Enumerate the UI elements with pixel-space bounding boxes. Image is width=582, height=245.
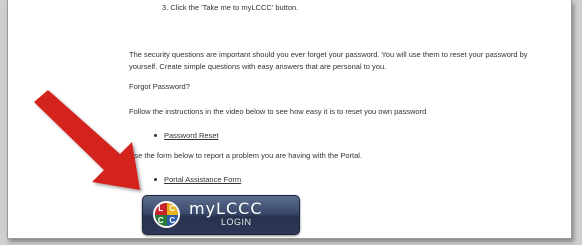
- logo-letter: C: [166, 203, 178, 215]
- portal-assistance-form-link[interactable]: Portal Assistance Form: [164, 175, 241, 184]
- login-button-label: LOGIN: [221, 217, 252, 227]
- logo-letter: C: [155, 214, 167, 226]
- screenshot-frame: 3. Click the 'Take me to myLCCC' button.…: [0, 0, 582, 245]
- follow-video-text: Follow the instructions in the video bel…: [129, 107, 427, 116]
- step-3-text: 3. Click the 'Take me to myLCCC' button.: [162, 3, 299, 12]
- lccc-logo-icon: L C C C: [153, 201, 180, 228]
- login-button-brand: myLCCC: [189, 199, 263, 218]
- logo-letter: C: [166, 214, 178, 226]
- logo-letter: L: [155, 203, 167, 215]
- mylccc-login-button[interactable]: L C C C myLCCC LOGIN: [142, 195, 300, 235]
- red-arrow-icon: [34, 90, 140, 190]
- password-reset-link[interactable]: Password Reset: [164, 131, 219, 140]
- security-paragraph: The security questions are important sho…: [129, 50, 528, 71]
